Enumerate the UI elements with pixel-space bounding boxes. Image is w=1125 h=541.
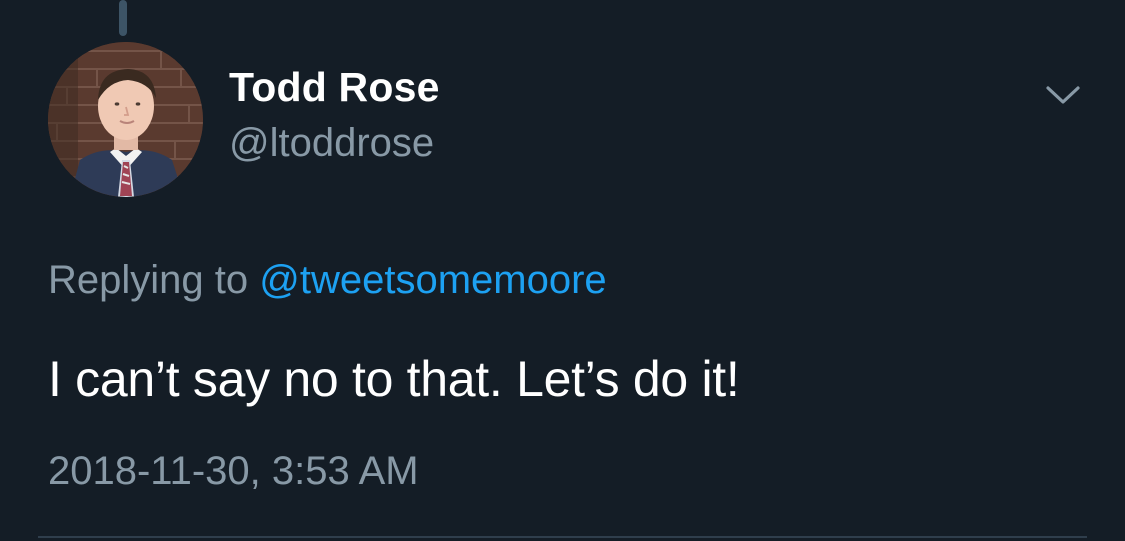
tweet-menu-button[interactable] [1040,80,1086,110]
tweet-timestamp[interactable]: 2018-11-30, 3:53 AM [48,449,419,494]
avatar[interactable] [48,42,203,197]
divider [38,536,1087,538]
chevron-down-icon [1046,86,1080,104]
avatar-image [48,42,203,197]
reply-handle-link[interactable]: @tweetsomemoore [259,258,606,302]
author-name[interactable]: Todd Rose [229,64,440,111]
replying-to-line: Replying to @tweetsomemoore [48,258,607,303]
author-handle[interactable]: @ltoddrose [229,121,434,166]
tweet-text: I can’t say no to that. Let’s do it! [48,351,740,407]
thread-connector-line [119,0,127,36]
reply-prefix: Replying to [48,258,249,302]
tweet-card: Todd Rose @ltoddrose Replying to @tweets… [0,0,1125,541]
